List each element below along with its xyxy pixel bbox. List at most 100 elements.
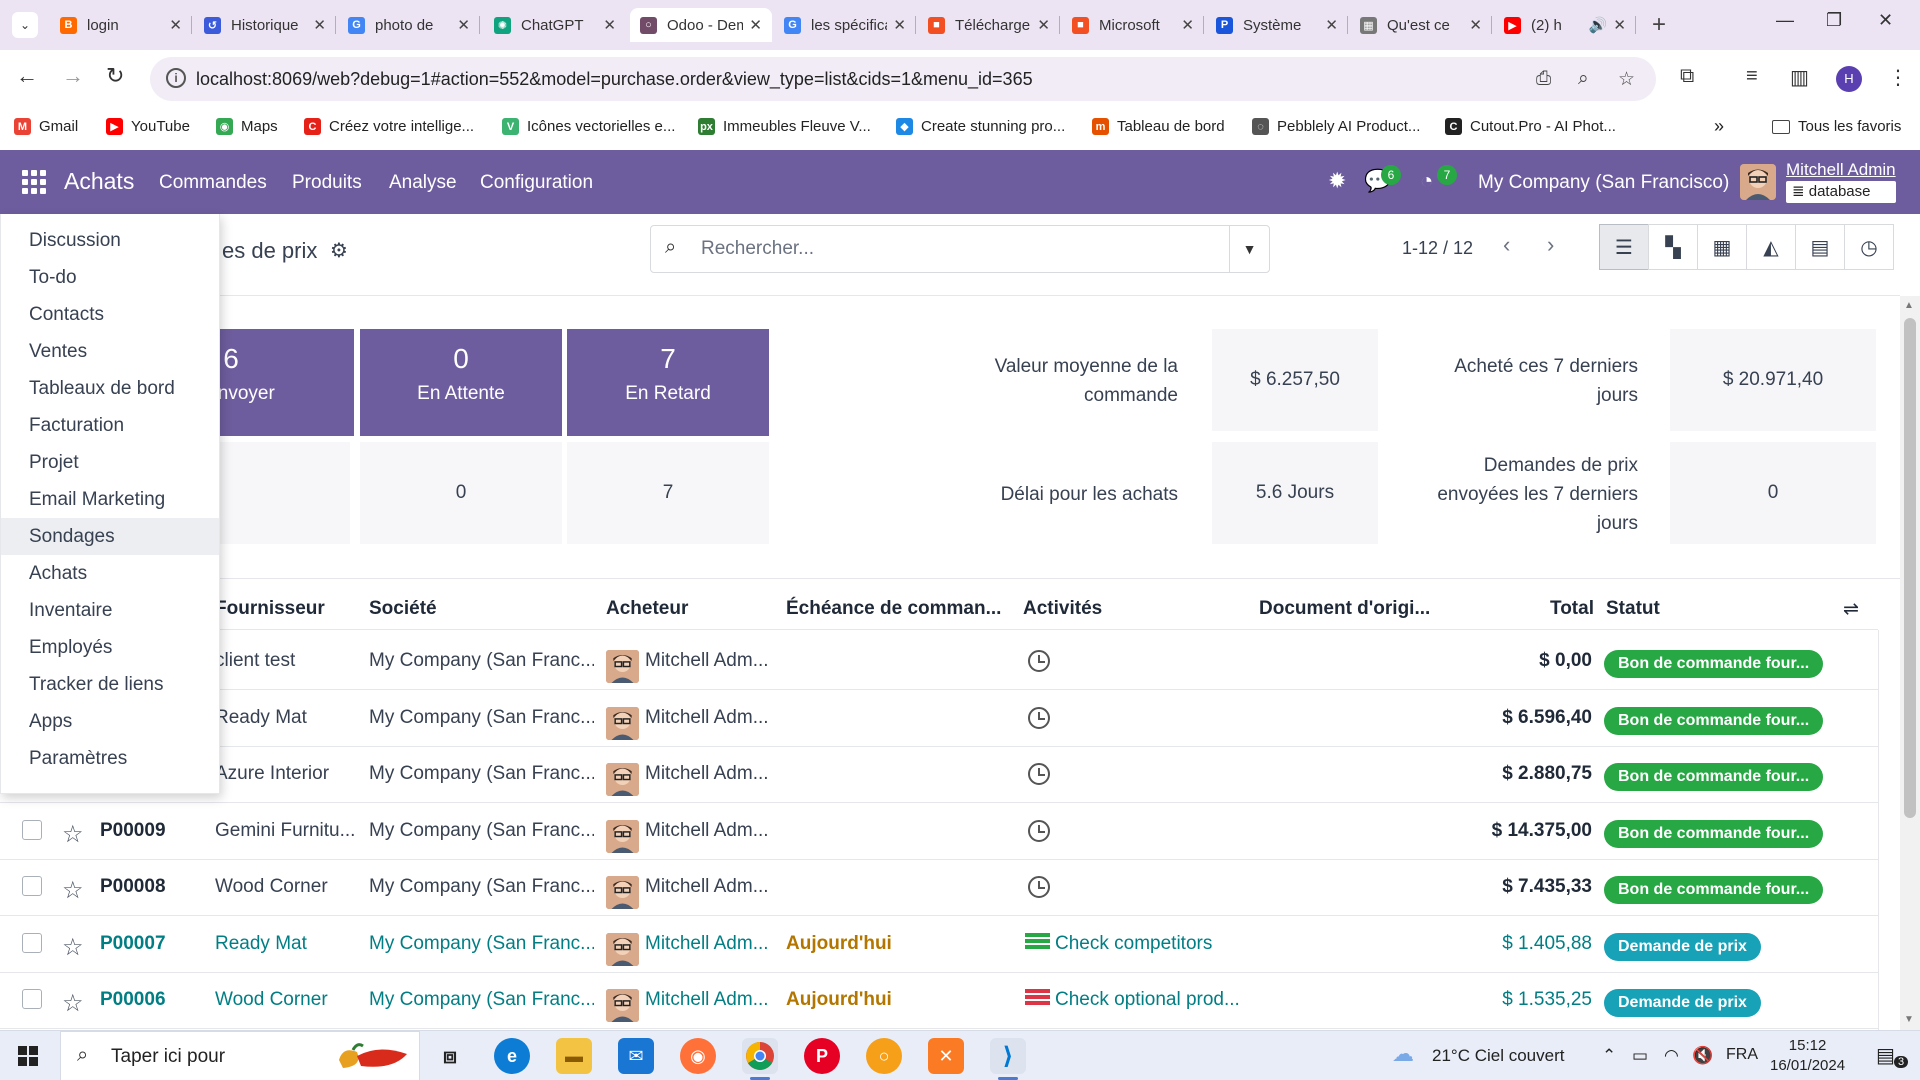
activities-icon[interactable]: ◔ xyxy=(1420,168,1433,194)
app-brand[interactable]: Achats xyxy=(64,168,134,195)
col-buyer[interactable]: Acheteur xyxy=(606,598,688,620)
app-menu-item[interactable]: Discussion xyxy=(1,222,219,259)
weather-icon[interactable]: ☁ xyxy=(1392,1041,1414,1067)
pager-next-icon[interactable]: › xyxy=(1547,232,1554,258)
install-app-icon[interactable]: ⎙ xyxy=(1536,68,1551,90)
kanban-view-icon[interactable]: ▚ xyxy=(1648,224,1698,270)
odoo-app-icon[interactable]: ○ xyxy=(866,1038,902,1074)
debug-bug-icon[interactable]: ✹ xyxy=(1328,168,1346,194)
tray-overflow-icon[interactable]: ⌃ xyxy=(1602,1046,1616,1066)
weather-text[interactable]: 21°C Ciel couvert xyxy=(1432,1046,1564,1066)
task-view-icon[interactable]: ⧈ xyxy=(432,1038,468,1074)
app-menu-item[interactable]: Paramètres xyxy=(1,740,219,777)
chrome-menu-icon[interactable]: ⋮ xyxy=(1888,65,1908,90)
tile-late[interactable]: 7 En Retard xyxy=(567,329,769,436)
graph-view-icon[interactable]: ◭ xyxy=(1746,224,1796,270)
col-company[interactable]: Société xyxy=(369,598,437,620)
col-deadline[interactable]: Échéance de comman... xyxy=(786,598,1001,620)
col-origin[interactable]: Document d'origi... xyxy=(1259,598,1430,620)
col-total[interactable]: Total xyxy=(1550,598,1594,620)
bookmark-item[interactable]: C Créez votre intellige... xyxy=(304,118,474,135)
table-row[interactable]: ☆ P00009 Gemini Furnitu... My Company (San … xyxy=(0,804,1878,860)
menu-produits[interactable]: Produits xyxy=(292,172,362,194)
browser-tab[interactable]: Gphoto de ✕ xyxy=(338,8,480,42)
app-menu-item[interactable]: Projet xyxy=(1,444,219,481)
tile-waiting[interactable]: 0 En Attente xyxy=(360,329,562,436)
browser-tab[interactable]: ✺ ChatGPT ✕ xyxy=(484,8,626,42)
notifications-icon[interactable]: ▤ xyxy=(1876,1043,1895,1068)
col-status[interactable]: Statut xyxy=(1606,598,1660,620)
bookmark-item[interactable]: ◆ Create stunning pro... xyxy=(896,118,1065,135)
browser-tab[interactable]: ▶ (2) h 🔊 ✕ xyxy=(1494,8,1636,42)
forward-icon[interactable]: → xyxy=(62,63,84,89)
order-reference[interactable]: P00006 xyxy=(100,989,166,1011)
close-tab-icon[interactable]: ✕ xyxy=(313,16,326,34)
clock[interactable]: 15:12 16/01/2024 xyxy=(1770,1036,1845,1076)
reload-icon[interactable]: ↻ xyxy=(106,63,124,89)
back-icon[interactable]: ← xyxy=(16,63,38,89)
all-bookmarks[interactable]: Tous les favoris xyxy=(1772,118,1901,135)
app-menu-item[interactable]: Facturation xyxy=(1,407,219,444)
table-row[interactable]: ☆client testMy Company (San Franc...Mitc… xyxy=(0,634,1878,690)
table-row[interactable]: ☆ P00006 Wood Corner My Company (San Franc.… xyxy=(0,973,1878,1029)
app-menu-item[interactable]: Sondages xyxy=(1,518,219,555)
user-name[interactable]: Mitchell Admin xyxy=(1786,160,1896,180)
app-menu-item[interactable]: Apps xyxy=(1,703,219,740)
bookmark-item[interactable]: ◉ Maps xyxy=(216,118,278,135)
priority-star-icon[interactable]: ☆ xyxy=(62,820,84,849)
vscode-icon[interactable]: ⟩ xyxy=(990,1038,1026,1080)
pivot-view-icon[interactable]: ▦ xyxy=(1697,224,1747,270)
app-menu-item[interactable]: Email Marketing xyxy=(1,481,219,518)
browser-tab[interactable]: P Système ✕ xyxy=(1206,8,1348,42)
close-tab-icon[interactable]: ✕ xyxy=(893,16,906,34)
priority-star-icon[interactable]: ☆ xyxy=(62,933,84,962)
menu-analyse[interactable]: Analyse xyxy=(389,172,457,194)
wifi-icon[interactable]: ◠ xyxy=(1664,1046,1679,1066)
app-menu-icon[interactable] xyxy=(22,170,46,194)
row-checkbox[interactable] xyxy=(22,876,42,896)
close-tab-icon[interactable]: ✕ xyxy=(603,16,616,34)
browser-tab[interactable]: ■ Télécharger ✕ xyxy=(918,8,1060,42)
taskbar-search[interactable]: ⌕ Taper ici pour xyxy=(60,1031,420,1080)
user-avatar[interactable] xyxy=(1740,164,1776,200)
media-control-icon[interactable]: ≡ xyxy=(1746,65,1758,88)
close-tab-icon[interactable]: ✕ xyxy=(1613,16,1626,34)
minimize-icon[interactable]: — xyxy=(1776,10,1794,31)
scrollbar-thumb[interactable] xyxy=(1904,318,1916,818)
tile-my-late[interactable]: 7 xyxy=(567,442,769,544)
xampp-icon[interactable]: ✕ xyxy=(928,1038,964,1074)
firefox-icon[interactable]: ◉ xyxy=(680,1038,716,1074)
calendar-view-icon[interactable]: ▤ xyxy=(1795,224,1845,270)
order-reference[interactable]: P00007 xyxy=(100,933,166,955)
list-view-icon[interactable]: ☰ xyxy=(1599,224,1649,270)
activity-type-icon[interactable] xyxy=(1025,989,1050,1009)
chrome-icon[interactable] xyxy=(742,1038,778,1080)
pinterest-icon[interactable]: P xyxy=(804,1038,840,1074)
browser-tab[interactable]: Gles spécifications ✕ xyxy=(774,8,916,42)
close-tab-icon[interactable]: ✕ xyxy=(1037,16,1050,34)
app-menu-item[interactable]: Employés xyxy=(1,629,219,666)
bookmark-item[interactable]: m Tableau de bord xyxy=(1092,118,1225,135)
edge-icon[interactable]: e xyxy=(494,1038,530,1074)
optional-columns-icon[interactable]: ⇌ xyxy=(1843,598,1859,621)
mail-icon[interactable]: ✉ xyxy=(618,1038,654,1074)
company-switcher[interactable]: My Company (San Francisco) xyxy=(1478,172,1729,194)
activity-clock-icon[interactable] xyxy=(1028,876,1050,898)
browser-tab[interactable]: ↺ Historique ✕ xyxy=(194,8,336,42)
close-tab-icon[interactable]: ✕ xyxy=(1181,16,1194,34)
row-checkbox[interactable] xyxy=(22,989,42,1009)
new-tab-button[interactable]: + xyxy=(1652,11,1666,39)
scroll-up-icon[interactable]: ▲ xyxy=(1904,300,1914,311)
activity-clock-icon[interactable] xyxy=(1028,706,1050,729)
search-options-toggle[interactable]: ▼ xyxy=(1229,226,1269,272)
close-tab-icon[interactable]: ✕ xyxy=(169,16,182,34)
row-checkbox[interactable] xyxy=(22,932,42,953)
browser-tab[interactable]: ○ Odoo - Demandes ✕ xyxy=(630,8,772,42)
close-tab-icon[interactable]: ✕ xyxy=(1325,16,1338,34)
bookmark-item[interactable]: M Gmail xyxy=(14,118,78,135)
pager-previous-icon[interactable]: ‹ xyxy=(1503,232,1510,258)
side-panel-icon[interactable]: ▥ xyxy=(1790,65,1809,90)
url-text[interactable]: localhost:8069/web?debug=1#action=552&mo… xyxy=(196,69,1033,90)
table-row[interactable]: ☆ P00007 Ready Mat My Company (San Franc...… xyxy=(0,917,1878,973)
activity-clock-icon[interactable] xyxy=(1028,650,1050,672)
